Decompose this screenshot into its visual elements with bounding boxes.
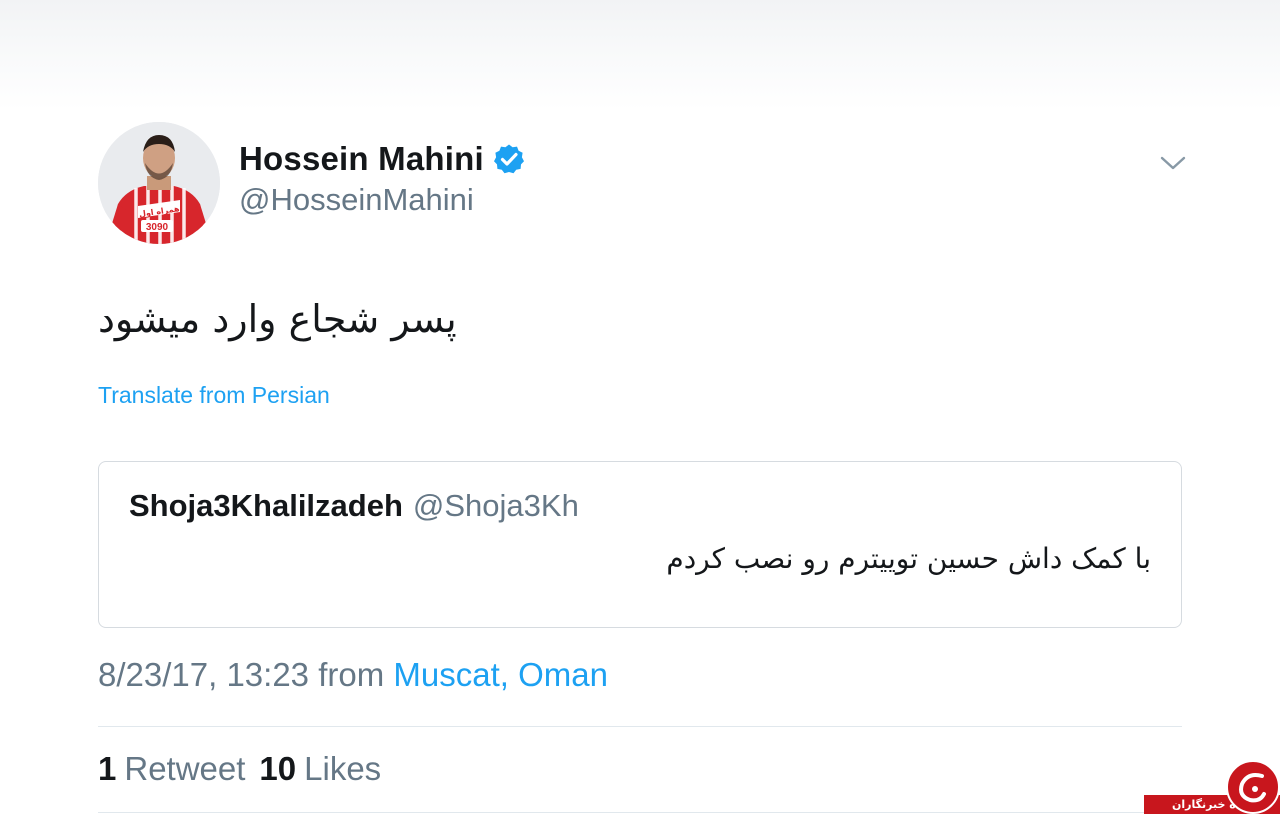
top-background-fade — [0, 0, 1280, 110]
verified-badge-icon — [493, 143, 525, 175]
watermark-logo-icon — [1226, 760, 1280, 814]
translate-link[interactable]: Translate from Persian — [98, 382, 330, 409]
quoted-tweet-text: با کمک داش حسین توییترم رو نصب کردم — [666, 542, 1151, 575]
tweet-timestamp[interactable]: 8/23/17, 13:23 — [98, 656, 309, 693]
quoted-author-name: Shoja3Khalilzadeh — [129, 488, 403, 523]
quoted-author-handle: @Shoja3Kh — [412, 488, 579, 523]
retweets-label: Retweet — [124, 750, 246, 787]
divider — [98, 726, 1182, 727]
quoted-tweet-header: Shoja3Khalilzadeh @Shoja3Kh — [129, 488, 579, 524]
quoted-tweet-card[interactable]: Shoja3Khalilzadeh @Shoja3Kh با کمک داش ح… — [98, 461, 1182, 628]
tweet-location-link[interactable]: Muscat, Oman — [393, 656, 608, 693]
likes-count: 10 — [259, 750, 297, 787]
tweet-from-label: from — [318, 656, 385, 693]
retweets-stat[interactable]: 1 Retweet — [98, 750, 245, 788]
author-display-name[interactable]: Hossein Mahini — [239, 140, 484, 178]
retweets-count: 1 — [98, 750, 117, 787]
tweet-meta: 8/23/17, 13:23 from Muscat, Oman — [98, 656, 608, 694]
tweet-stats: 1 Retweet 10 Likes — [98, 750, 395, 788]
avatar-image: 3090 همراه اول — [98, 122, 220, 244]
likes-stat[interactable]: 10 Likes — [259, 750, 381, 788]
avatar[interactable]: 3090 همراه اول — [98, 122, 220, 244]
chevron-down-icon[interactable] — [1158, 150, 1188, 176]
likes-label: Likes — [304, 750, 382, 787]
divider — [98, 812, 1182, 813]
avatar-jersey-number: 3090 — [146, 222, 169, 233]
tweet-text: پسر شجاع وارد میشود — [98, 297, 457, 341]
author-name-row: Hossein Mahini — [239, 140, 525, 178]
author-handle[interactable]: @HosseinMahini — [239, 182, 474, 218]
